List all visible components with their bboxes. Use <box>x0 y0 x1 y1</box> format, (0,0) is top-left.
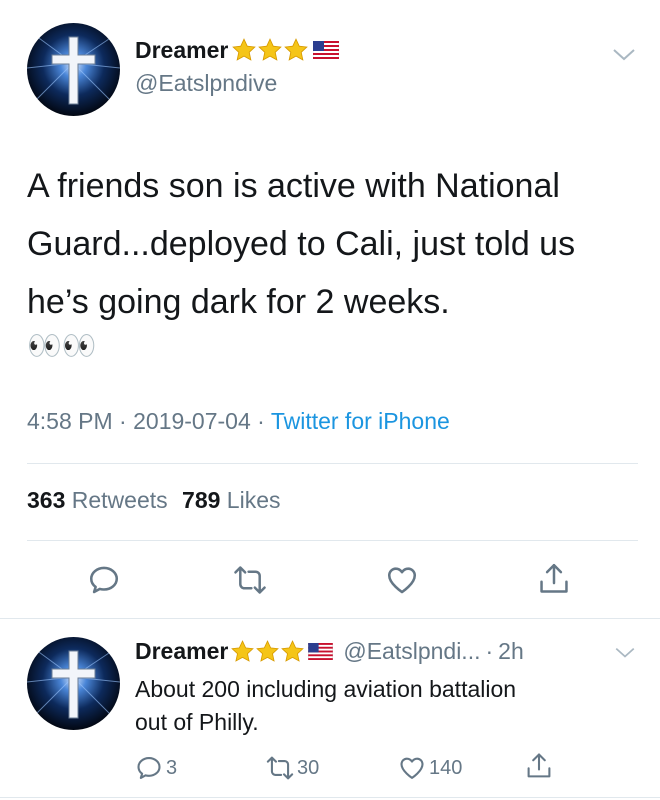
like-button[interactable] <box>385 563 419 597</box>
star-icon <box>231 639 255 662</box>
tweet-stats: 363 Retweets 789 Likes <box>27 487 281 514</box>
reply-button[interactable]: 3 <box>135 754 177 782</box>
star-icon <box>256 639 280 662</box>
cross-avatar-image <box>27 637 120 730</box>
retweet-button[interactable] <box>232 563 268 597</box>
source-link[interactable]: Twitter for iPhone <box>271 408 450 434</box>
star-icon <box>284 38 309 61</box>
tweet-text: About 200 including aviation battalion o… <box>135 673 516 739</box>
avatar[interactable] <box>27 637 120 730</box>
divider <box>27 463 638 464</box>
reply-button[interactable] <box>87 563 121 597</box>
reply-icon <box>89 566 119 594</box>
display-name[interactable]: Dreamer <box>135 638 228 665</box>
display-name[interactable]: Dreamer <box>135 37 228 64</box>
star-icon <box>258 38 283 61</box>
tweet-text-line: A friends son is active with National <box>27 167 560 205</box>
timestamp: 4:58 PM · 2019-07-04 · Twitter for iPhon… <box>27 408 450 434</box>
retweet-icon <box>234 566 266 594</box>
heart-icon <box>400 757 424 779</box>
retweet-icon <box>266 756 294 780</box>
retweet-count: 30 <box>297 756 320 779</box>
tweet-text-line: he’s going dark for 2 weeks. <box>27 283 450 321</box>
handle[interactable]: @Eatslpndi... <box>343 638 480 665</box>
tweet-text-line: out of Philly. <box>135 709 259 735</box>
badges <box>231 37 340 63</box>
chevron-down-icon[interactable] <box>612 47 636 63</box>
cross-avatar-image <box>27 23 120 116</box>
share-icon <box>527 753 551 778</box>
main-tweet: Dreamer @Eatslpndive A friends son is ac… <box>0 0 660 618</box>
retweets-count: 363 <box>27 487 66 513</box>
heart-icon <box>387 567 417 594</box>
chevron-down-icon[interactable] <box>614 646 636 660</box>
retweets-label: Retweets <box>71 487 168 513</box>
divider <box>27 540 638 541</box>
badges <box>230 639 334 664</box>
emoji: 👀👀 <box>27 329 97 362</box>
reply-tweet[interactable]: Dreamer @Eatslpndi... · 2h About 200 inc… <box>0 619 660 800</box>
reply-icon <box>137 757 161 779</box>
share-icon <box>540 563 568 593</box>
star-icon <box>232 38 257 61</box>
likes-stat[interactable]: 789 Likes <box>182 487 280 513</box>
date: 2019-07-04 <box>133 408 251 434</box>
tweet-text-line: About 200 including aviation battalion <box>135 676 517 702</box>
reply-count: 3 <box>166 756 178 779</box>
us-flag-icon <box>313 41 340 59</box>
retweets-stat[interactable]: 363 Retweets <box>27 487 174 513</box>
like-button[interactable]: 140 <box>398 754 462 782</box>
time: 4:58 PM <box>27 408 113 434</box>
share-button[interactable] <box>537 561 571 597</box>
divider <box>0 797 660 798</box>
tweet-age: 2h <box>498 637 524 664</box>
avatar[interactable] <box>27 23 120 116</box>
share-button[interactable] <box>525 751 553 781</box>
handle[interactable]: @Eatslpndive <box>135 70 277 97</box>
retweet-button[interactable]: 30 <box>265 754 319 782</box>
star-icon <box>281 639 305 662</box>
tweet-text-line: Guard...deployed to Cali, just told us <box>27 225 576 263</box>
likes-label: Likes <box>226 487 281 513</box>
like-count: 140 <box>429 756 463 779</box>
tweet-text: A friends son is active with National Gu… <box>27 157 575 331</box>
us-flag-icon <box>308 642 334 660</box>
likes-count: 789 <box>182 487 221 513</box>
